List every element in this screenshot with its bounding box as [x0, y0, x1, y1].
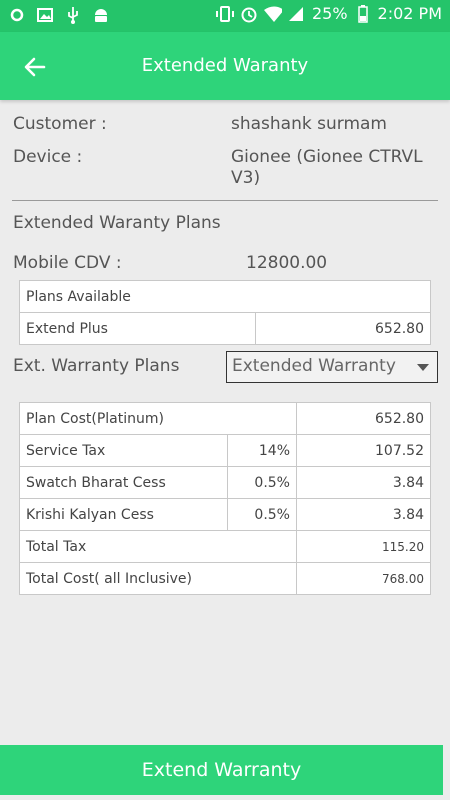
plan-name[interactable]: Extend Plus — [19, 312, 256, 345]
ext-plans-label: Ext. Warranty Plans — [13, 356, 180, 376]
device-label: Device : — [13, 147, 83, 167]
table-row: Krishi Kalyan Cess 0.5% 3.84 — [19, 498, 431, 531]
battery-percent: 25% — [311, 4, 348, 23]
customer-label: Customer : — [13, 114, 107, 134]
table-row[interactable]: Extend Plus 652.80 — [19, 312, 431, 345]
swatch-value: 3.84 — [296, 466, 431, 499]
table-row: Plans Available — [19, 280, 431, 313]
circle-icon — [8, 6, 26, 24]
app-bar: Extended Waranty — [0, 32, 450, 100]
cost-table: Plan Cost(Platinum) 652.80 Service Tax 1… — [19, 402, 431, 595]
total-tax-label: Total Tax — [19, 530, 297, 563]
table-row: Total Tax 115.20 — [19, 530, 431, 563]
service-tax-pct: 14% — [227, 434, 297, 467]
device-value-line1: Gionee (Gionee CTRVL — [231, 147, 423, 167]
mobile-cdv-value: 12800.00 — [246, 253, 328, 273]
table-row: Total Cost( all Inclusive) 768.00 — [19, 562, 431, 595]
plan-cost-value: 652.80 — [296, 402, 431, 435]
dropdown-arrow-icon — [417, 364, 429, 371]
plans-table: Plans Available Extend Plus 652.80 — [19, 280, 431, 345]
table-row: Swatch Bharat Cess 0.5% 3.84 — [19, 466, 431, 499]
swatch-label: Swatch Bharat Cess — [19, 466, 228, 499]
ext-plans-dropdown[interactable]: Extended Warranty — [226, 351, 438, 383]
service-tax-label: Service Tax — [19, 434, 228, 467]
customer-value: shashank surmam — [231, 114, 387, 134]
extend-warranty-button[interactable]: Extend Warranty — [0, 745, 443, 795]
krishi-label: Krishi Kalyan Cess — [19, 498, 228, 531]
table-row: Plan Cost(Platinum) 652.80 — [19, 402, 431, 435]
image-icon — [36, 6, 54, 24]
wifi-icon — [263, 5, 282, 23]
plans-header: Plans Available — [19, 280, 431, 313]
page-title: Extended Waranty — [141, 55, 309, 76]
vibrate-icon — [215, 5, 234, 23]
plan-cost-label: Plan Cost(Platinum) — [19, 402, 297, 435]
table-row: Service Tax 14% 107.52 — [19, 434, 431, 467]
service-tax-value: 107.52 — [296, 434, 431, 467]
battery-icon — [354, 4, 372, 23]
plan-value: 652.80 — [255, 312, 431, 345]
android-icon — [92, 6, 110, 24]
swatch-pct: 0.5% — [227, 466, 297, 499]
krishi-pct: 0.5% — [227, 498, 297, 531]
device-value-line2: V3) — [231, 168, 261, 188]
dropdown-selected: Extended Warranty — [232, 356, 396, 376]
total-cost-value: 768.00 — [296, 562, 431, 595]
status-bar: 25% 2:02 PM — [0, 0, 450, 32]
divider — [12, 200, 438, 201]
total-cost-label: Total Cost( all Inclusive) — [19, 562, 297, 595]
usb-icon — [64, 6, 82, 24]
signal-icon — [288, 5, 306, 23]
krishi-value: 3.84 — [296, 498, 431, 531]
alarm-icon — [240, 5, 258, 23]
plans-heading: Extended Waranty Plans — [13, 213, 221, 233]
clock: 2:02 PM — [377, 4, 442, 23]
mobile-cdv-label: Mobile CDV : — [13, 253, 122, 273]
total-tax-value: 115.20 — [296, 530, 431, 563]
